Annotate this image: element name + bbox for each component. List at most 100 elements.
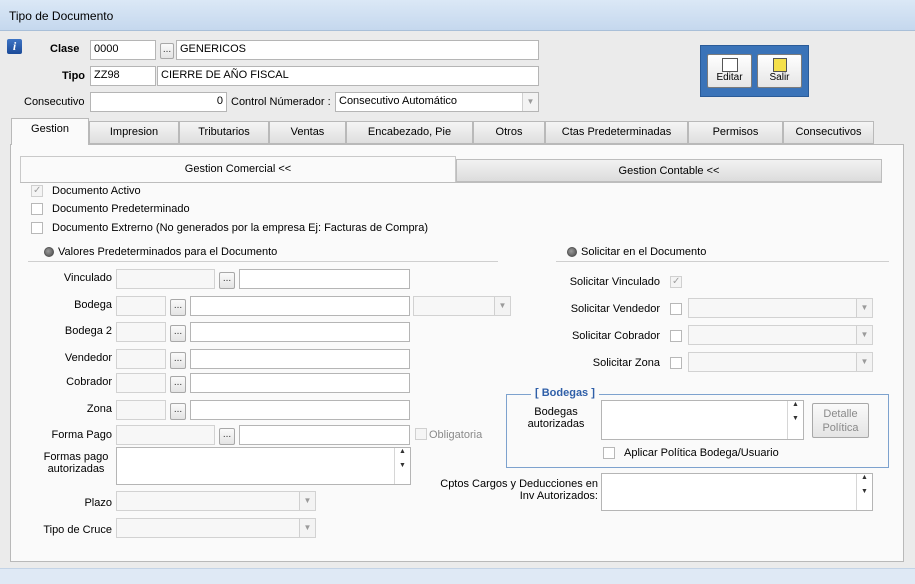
solicitar-vinculado-checkbox[interactable] <box>670 276 682 288</box>
vinculado-code-field[interactable] <box>116 269 215 289</box>
cobrador-code-field[interactable] <box>116 373 166 393</box>
subtab-gestion-comercial[interactable]: Gestion Comercial << <box>20 156 456 182</box>
cptos-label: Cptos Cargos y Deducciones en Inv Autori… <box>440 478 598 502</box>
vendedor-name-field[interactable] <box>190 349 410 369</box>
chevron-down-icon[interactable]: ▼ <box>299 492 315 510</box>
tab-tributarios[interactable]: Tributarios <box>179 121 269 144</box>
solicitar-cobrador-select[interactable]: ▼ <box>688 325 873 345</box>
vinculado-name-field[interactable] <box>239 269 410 289</box>
solicitar-zona-select[interactable]: ▼ <box>688 352 873 372</box>
zona-code-field[interactable] <box>116 400 166 420</box>
solicitar-cobrador-label: Solicitar Cobrador <box>571 330 660 342</box>
control-numerador-value: Consecutivo Automático <box>339 95 458 107</box>
vendedor-lookup-button[interactable]: ... <box>170 352 186 369</box>
vinculado-lookup-button[interactable]: ... <box>219 272 235 289</box>
cobrador-lookup-button[interactable]: ... <box>170 376 186 393</box>
subtab-divider <box>20 182 882 183</box>
exit-button[interactable]: Salir <box>757 54 802 88</box>
tab-ctas-predeterminadas[interactable]: Ctas Predeterminadas <box>545 121 688 144</box>
tab-otros[interactable]: Otros <box>473 121 545 144</box>
subtab-gestion-contable[interactable]: Gestion Contable << <box>456 159 882 182</box>
valores-predeterminados-title: Valores Predeterminados para el Document… <box>58 246 278 258</box>
bodega-code-field[interactable] <box>116 296 166 316</box>
exit-icon <box>772 58 787 72</box>
bodega2-label: Bodega 2 <box>64 325 112 337</box>
vendedor-code-field[interactable] <box>116 349 166 369</box>
chevron-down-icon[interactable]: ▼ <box>856 299 872 317</box>
tipo-code-field[interactable]: ZZ98 <box>90 66 156 86</box>
consecutivo-field[interactable]: 0 <box>90 92 227 112</box>
zona-name-field[interactable] <box>190 400 410 420</box>
bodega-name-field[interactable] <box>190 296 410 316</box>
bodega-lookup-button[interactable]: ... <box>170 299 186 316</box>
control-numerador-label: Control Númerador : <box>231 96 331 108</box>
bodegas-autorizadas-label: Bodegas autorizadas <box>527 406 585 430</box>
consecutivo-label: Consecutivo <box>24 96 85 108</box>
info-icon[interactable]: i <box>7 39 22 54</box>
solicitar-vendedor-checkbox[interactable] <box>670 303 682 315</box>
tipo-name-field[interactable]: CIERRE DE AÑO FISCAL <box>157 66 539 86</box>
vinculado-label: Vinculado <box>63 272 112 284</box>
plazo-select[interactable]: ▼ <box>116 491 316 511</box>
documento-predeterminado-checkbox[interactable] <box>31 203 43 215</box>
tipo-cruce-label: Tipo de Cruce <box>43 524 112 536</box>
documento-activo-checkbox[interactable] <box>31 185 43 197</box>
tab-permisos[interactable]: Permisos <box>688 121 783 144</box>
zona-lookup-button[interactable]: ... <box>170 403 186 420</box>
bodegas-scrollbar[interactable]: ▲ ▼ <box>787 401 803 439</box>
documento-externo-label: Documento Extrerno (No generados por la … <box>52 222 429 234</box>
bodegas-autorizadas-list[interactable]: ▲ ▼ <box>601 400 804 440</box>
forma-pago-lookup-button[interactable]: ... <box>219 428 235 445</box>
tipo-cruce-select[interactable]: ▼ <box>116 518 316 538</box>
cptos-scrollbar[interactable]: ▲ ▼ <box>856 474 872 510</box>
solicitar-vinculado-label: Solicitar Vinculado <box>569 276 660 288</box>
obligatoria-checkbox[interactable] <box>415 428 427 440</box>
solicitar-divider <box>556 261 889 262</box>
solicitar-zona-checkbox[interactable] <box>670 357 682 369</box>
edit-label: Editar <box>716 72 743 83</box>
tab-encabezado-pie[interactable]: Encabezado, Pie <box>346 121 473 144</box>
cptos-list[interactable]: ▲ ▼ <box>601 473 873 511</box>
solicitar-zona-label: Solicitar Zona <box>592 357 660 369</box>
clase-code-field[interactable]: 0000 <box>90 40 156 60</box>
detalle-politica-button[interactable]: Detalle Política <box>812 403 869 438</box>
valores-bullet-icon <box>44 247 54 257</box>
obligatoria-label: Obligatoria <box>429 429 483 441</box>
forma-pago-label: Forma Pago <box>51 429 112 441</box>
bodega2-lookup-button[interactable]: ... <box>170 325 186 342</box>
edit-button[interactable]: Editar <box>707 54 752 88</box>
solicitar-title: Solicitar en el Documento <box>581 246 707 258</box>
documento-externo-checkbox[interactable] <box>31 222 43 234</box>
forma-pago-code-field[interactable] <box>116 425 215 445</box>
bodega2-code-field[interactable] <box>116 322 166 342</box>
window-titlebar: Tipo de Documento <box>0 0 915 31</box>
forma-pago-name-field[interactable] <box>239 425 410 445</box>
zona-label: Zona <box>86 403 112 415</box>
chevron-down-icon[interactable]: ▼ <box>299 519 315 537</box>
window-title: Tipo de Documento <box>9 9 114 23</box>
chevron-down-icon[interactable]: ▼ <box>522 93 538 111</box>
bodega2-name-field[interactable] <box>190 322 410 342</box>
formas-pago-autorizadas-list[interactable]: ▲ ▼ <box>116 447 411 485</box>
clase-label: Clase <box>50 43 80 55</box>
control-numerador-select[interactable]: Consecutivo Automático ▼ <box>335 92 539 112</box>
chevron-down-icon[interactable]: ▼ <box>856 353 872 371</box>
bodegas-group-title: [ Bodegas ] <box>531 387 599 399</box>
solicitar-cobrador-checkbox[interactable] <box>670 330 682 342</box>
chevron-down-icon[interactable]: ▼ <box>494 297 510 315</box>
cobrador-name-field[interactable] <box>190 373 410 393</box>
tab-ventas[interactable]: Ventas <box>269 121 346 144</box>
chevron-down-icon[interactable]: ▼ <box>856 326 872 344</box>
tab-impresion[interactable]: Impresion <box>89 121 179 144</box>
solicitar-vendedor-select[interactable]: ▼ <box>688 298 873 318</box>
formas-pago-autorizadas-label: Formas pago autorizadas <box>43 451 109 475</box>
clase-name-field[interactable]: GENERICOS <box>176 40 539 60</box>
tab-consecutivos[interactable]: Consecutivos <box>783 121 874 144</box>
bodega-label: Bodega <box>74 299 112 311</box>
solicitar-vendedor-label: Solicitar Vendedor <box>570 303 660 315</box>
formas-pago-scrollbar[interactable]: ▲ ▼ <box>394 448 410 484</box>
bodega-select[interactable]: ▼ <box>413 296 511 316</box>
aplicar-politica-checkbox[interactable] <box>603 447 615 459</box>
clase-lookup-button[interactable]: ... <box>160 43 174 59</box>
tab-gestion[interactable]: Gestion <box>11 118 89 145</box>
